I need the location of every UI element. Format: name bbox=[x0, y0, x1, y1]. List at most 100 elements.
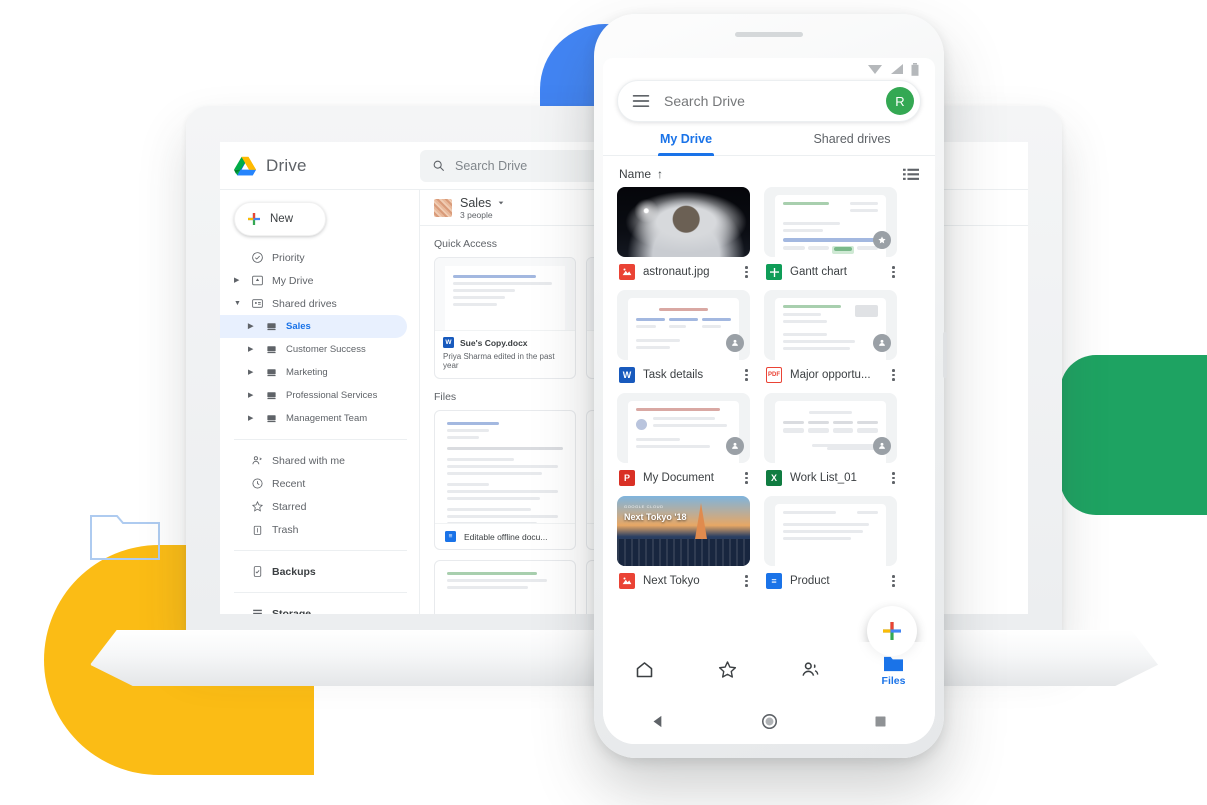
file-cell[interactable]: X Work List_01 bbox=[764, 393, 897, 486]
more-options-icon[interactable] bbox=[745, 575, 748, 587]
file-cell[interactable]: W Task details bbox=[617, 290, 750, 383]
file-thumbnail[interactable]: GOOGLE CLOUD Next Tokyo '18 bbox=[617, 496, 750, 566]
sidebar-item-shared-drives[interactable]: ▼ Shared drives bbox=[220, 292, 419, 315]
file-cell[interactable]: Gantt chart bbox=[764, 187, 897, 280]
more-options-icon[interactable] bbox=[892, 575, 895, 587]
bottom-nav-files[interactable]: Files bbox=[852, 654, 935, 687]
mobile-file-grid: astronaut.jpg Gantt chart W Task details… bbox=[603, 187, 935, 589]
drive-mobile-app: Search Drive R My Drive Shared drives Na… bbox=[603, 58, 935, 744]
file-name: astronaut.jpg bbox=[643, 266, 710, 278]
mobile-search-bar[interactable]: Search Drive R bbox=[617, 80, 921, 122]
file-card[interactable] bbox=[434, 560, 576, 614]
card-preview bbox=[435, 258, 575, 330]
sidebar-item-customer-success[interactable]: ▶ Customer Success bbox=[220, 338, 419, 361]
image-file-icon bbox=[619, 264, 635, 280]
chevron-right-icon[interactable]: ▶ bbox=[234, 277, 242, 284]
drive-icon bbox=[263, 344, 279, 355]
tab-shared-drives[interactable]: Shared drives bbox=[769, 132, 935, 155]
file-thumbnail[interactable] bbox=[764, 187, 897, 257]
sidebar-item-storage[interactable]: Storage bbox=[220, 602, 419, 614]
sidebar-item-my-drive[interactable]: ▶ My Drive bbox=[220, 269, 419, 292]
sidebar-item-management-team[interactable]: ▶ Management Team bbox=[220, 407, 419, 430]
more-options-icon[interactable] bbox=[745, 472, 748, 484]
screenshot-canvas: Drive Search Drive New Priority ▶ My Dri… bbox=[0, 0, 1207, 805]
home-circle-icon[interactable] bbox=[760, 712, 779, 731]
quick-access-card[interactable]: W Sue's Copy.docx Priya Sharma edited in… bbox=[434, 257, 576, 379]
doc-preview-page bbox=[445, 266, 565, 330]
more-options-icon[interactable] bbox=[892, 266, 895, 278]
chevron-right-icon[interactable]: ▶ bbox=[248, 415, 256, 422]
card-preview bbox=[435, 411, 575, 523]
mobile-search-placeholder: Search Drive bbox=[664, 93, 745, 109]
hamburger-icon[interactable] bbox=[632, 94, 650, 108]
phone-power-button[interactable] bbox=[943, 332, 947, 378]
bottom-nav-shared[interactable] bbox=[769, 659, 852, 682]
shared-badge bbox=[726, 334, 744, 352]
file-thumbnail[interactable] bbox=[764, 496, 897, 566]
drive-thumbnail bbox=[434, 198, 452, 217]
more-options-icon[interactable] bbox=[892, 369, 895, 381]
file-thumbnail[interactable] bbox=[617, 187, 750, 257]
sidebar-item-backups[interactable]: Backups bbox=[220, 560, 419, 583]
card-meta: W Sue's Copy.docx Priya Sharma edited in… bbox=[435, 330, 575, 378]
sidebar-item-priority[interactable]: Priority bbox=[220, 246, 419, 269]
chevron-right-icon[interactable]: ▶ bbox=[248, 369, 256, 376]
bottom-nav-starred[interactable] bbox=[686, 659, 769, 682]
sort-label: Name bbox=[619, 167, 652, 181]
tokyo-photo: GOOGLE CLOUD Next Tokyo '18 bbox=[617, 496, 750, 566]
file-cell[interactable]: P My Document bbox=[617, 393, 750, 486]
more-options-icon[interactable] bbox=[745, 369, 748, 381]
sidebar-label: Sales bbox=[286, 321, 311, 332]
file-row: W Task details bbox=[617, 360, 750, 383]
word-file-icon: W bbox=[443, 337, 454, 348]
more-options-icon[interactable] bbox=[745, 266, 748, 278]
sort-control[interactable]: Name ↑ bbox=[619, 167, 663, 181]
shared-icon bbox=[802, 661, 819, 676]
chevron-down-icon[interactable]: ▼ bbox=[234, 300, 242, 307]
file-cell[interactable]: astronaut.jpg bbox=[617, 187, 750, 280]
file-cell[interactable]: GOOGLE CLOUD Next Tokyo '18 Next Tokyo bbox=[617, 496, 750, 589]
chevron-right-icon[interactable]: ▶ bbox=[248, 323, 256, 330]
mobile-search-bar-wrap: Search Drive R bbox=[603, 80, 935, 122]
sidebar-item-trash[interactable]: Trash bbox=[220, 518, 419, 541]
back-icon[interactable] bbox=[650, 713, 667, 730]
chevron-right-icon[interactable]: ▶ bbox=[248, 392, 256, 399]
file-cell[interactable]: ≡ Product bbox=[764, 496, 897, 589]
doc-preview bbox=[775, 298, 886, 360]
status-bar bbox=[603, 58, 935, 80]
pdf-file-icon: PDF bbox=[766, 367, 782, 383]
chevron-down-icon[interactable] bbox=[497, 199, 505, 207]
list-view-icon[interactable] bbox=[903, 168, 919, 181]
sidebar-item-recent[interactable]: Recent bbox=[220, 472, 419, 495]
drive-icon bbox=[263, 321, 279, 332]
file-name: Work List_01 bbox=[790, 472, 857, 484]
folder-icon bbox=[884, 656, 903, 671]
file-thumbnail[interactable] bbox=[617, 290, 750, 360]
drive-logo-brand[interactable]: Drive bbox=[220, 156, 420, 176]
sidebar-label: Starred bbox=[272, 500, 307, 513]
file-cell[interactable]: PDF Major opportu... bbox=[764, 290, 897, 383]
doc-preview bbox=[775, 195, 886, 257]
more-options-icon[interactable] bbox=[892, 472, 895, 484]
doc-preview bbox=[628, 298, 739, 360]
tab-my-drive[interactable]: My Drive bbox=[603, 132, 769, 156]
file-thumbnail[interactable] bbox=[764, 290, 897, 360]
sidebar-item-professional-services[interactable]: ▶ Professional Services bbox=[220, 384, 419, 407]
file-thumbnail[interactable] bbox=[617, 393, 750, 463]
sidebar-item-sales[interactable]: ▶ Sales bbox=[220, 315, 407, 338]
sidebar-item-shared-with-me[interactable]: Shared with me bbox=[220, 449, 419, 472]
avatar[interactable]: R bbox=[886, 87, 914, 115]
sidebar-label: Trash bbox=[272, 523, 299, 536]
sidebar-item-starred[interactable]: Starred bbox=[220, 495, 419, 518]
sidebar-item-marketing[interactable]: ▶ Marketing bbox=[220, 361, 419, 384]
breadcrumb-title[interactable]: Sales bbox=[460, 196, 491, 210]
recents-square-icon[interactable] bbox=[873, 714, 888, 729]
search-icon bbox=[433, 160, 444, 171]
bottom-nav-home[interactable] bbox=[603, 659, 686, 682]
chevron-right-icon[interactable]: ▶ bbox=[248, 346, 256, 353]
new-button[interactable]: New bbox=[234, 202, 326, 236]
sidebar-divider bbox=[234, 550, 407, 551]
file-card[interactable]: ≡ Editable offline docu... bbox=[434, 410, 576, 550]
bottom-navigation-bar: Files bbox=[603, 642, 935, 698]
file-thumbnail[interactable] bbox=[764, 393, 897, 463]
